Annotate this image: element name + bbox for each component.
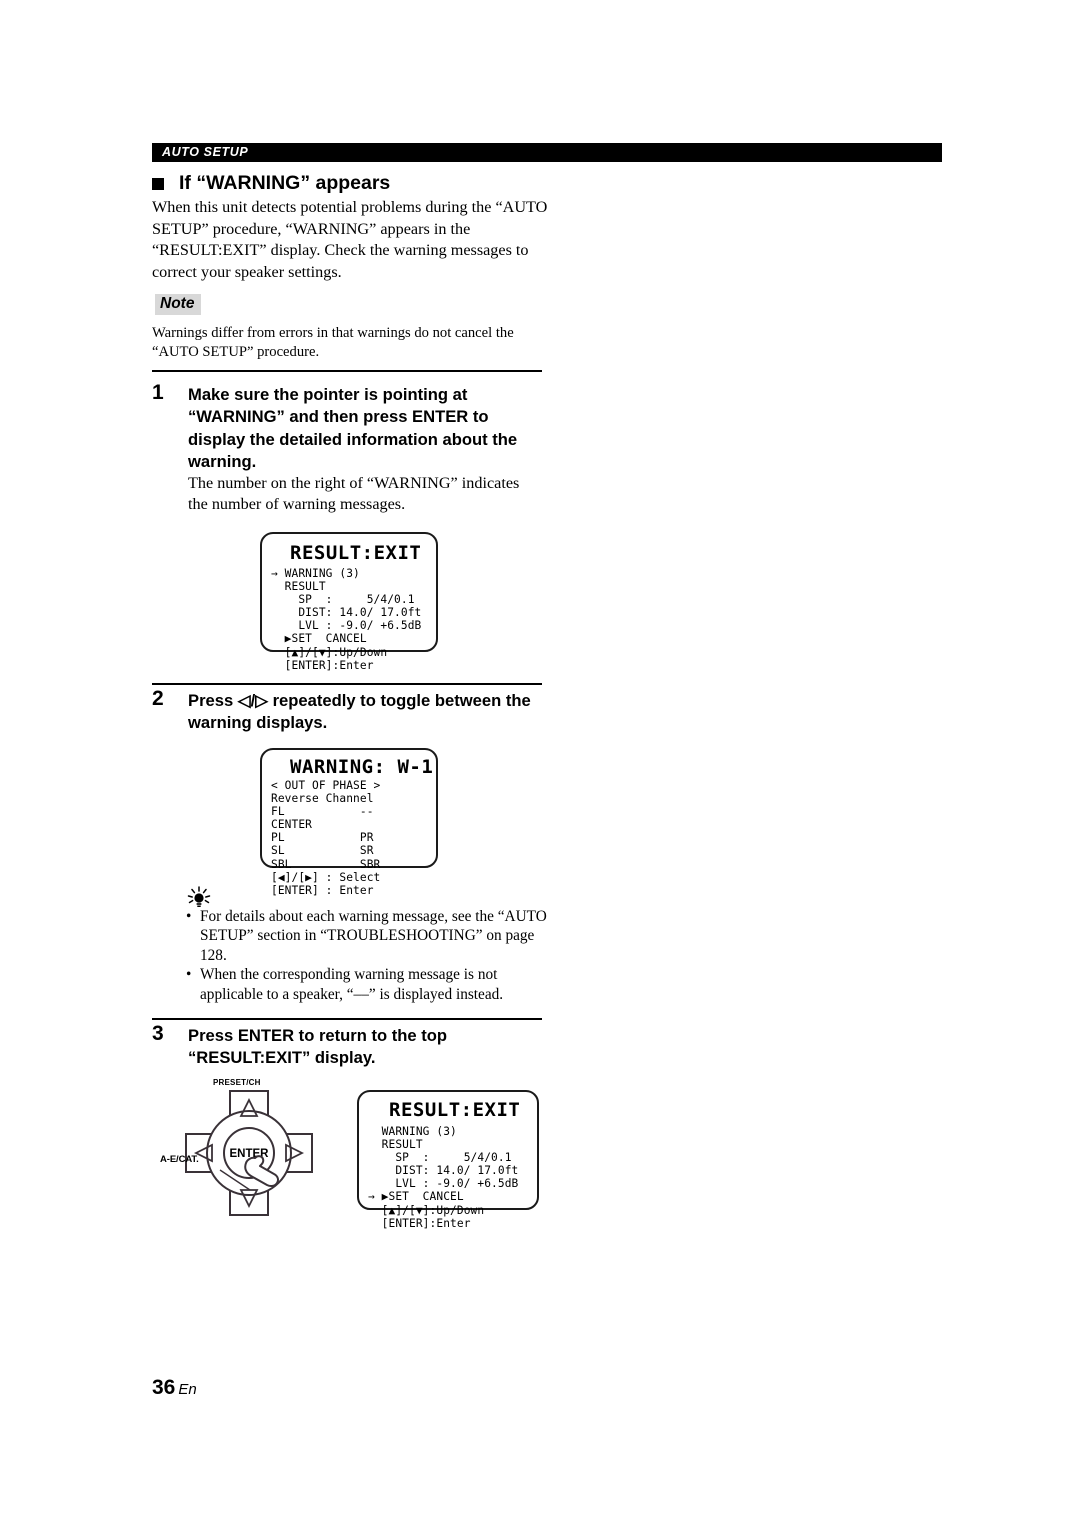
section-heading-text: If “WARNING” appears [179,172,391,194]
tip-item: When the corresponding warning message i… [186,965,556,1004]
lcd-lines-3: WARNING (3) RESULT SP : 5/4/0.1 DIST: 14… [368,1125,519,1230]
cursor-pad-svg: ENTER [185,1090,313,1216]
step-divider-1 [152,370,542,372]
step-title-2: Press ◁/▷ repeatedly to toggle between t… [188,691,531,733]
step-number-1: 1 [152,381,164,404]
page-language: En [178,1381,197,1398]
section-heading: If “WARNING” appears [152,172,572,195]
lcd-title-2: WARNING: W-1 [290,756,434,778]
preset-ch-label: PRESET/CH [213,1078,261,1087]
tip-list: For details about each warning message, … [186,907,556,1004]
running-header-label: AUTO SETUP [162,145,249,159]
remote-cursor-pad-diagram: PRESET/CH A-E/CAT. ENTER [158,1078,348,1228]
step-divider-2 [152,683,542,685]
step-number-2: 2 [152,687,164,710]
a-e-cat-label: A-E/CAT. [160,1154,199,1165]
note-label: Note [155,294,202,315]
running-header-bar: AUTO SETUP [152,143,942,162]
square-bullet-icon [152,177,164,190]
tip-item: For details about each warning message, … [186,907,556,965]
intro-paragraph: When this unit detects potential problem… [152,198,548,281]
step-body-1: The number on the right of “WARNING” ind… [188,474,520,513]
lcd-lines-2: < OUT OF PHASE > Reverse Channel FL -- C… [271,779,381,897]
lcd-title-1: RESULT:EXIT [290,542,422,564]
manual-page: AUTO SETUP If “WARNING” appears When thi… [0,0,1080,1528]
lcd-display-result-exit-return: RESULT:EXIT WARNING (3) RESULT SP : 5/4/… [357,1090,539,1230]
step-title-1: Make sure the pointer is pointing at “WA… [188,385,518,471]
page-footer: 36 En [152,1376,197,1400]
step-number-3: 3 [152,1022,164,1045]
page-number: 36 [152,1376,176,1399]
lcd-display-warning-w1: WARNING: W-1 < OUT OF PHASE > Reverse Ch… [260,748,438,897]
lcd-title-3: RESULT:EXIT [389,1099,521,1121]
note-text: Warnings differ from errors in that warn… [152,325,514,360]
lcd-lines-1: → WARNING (3) RESULT SP : 5/4/0.1 DIST: … [271,567,422,672]
lcd-display-result-exit-top: RESULT:EXIT → WARNING (3) RESULT SP : 5/… [260,532,438,672]
step-title-3: Press ENTER to return to the top “RESULT… [188,1026,448,1068]
step-divider-3 [152,1018,542,1020]
